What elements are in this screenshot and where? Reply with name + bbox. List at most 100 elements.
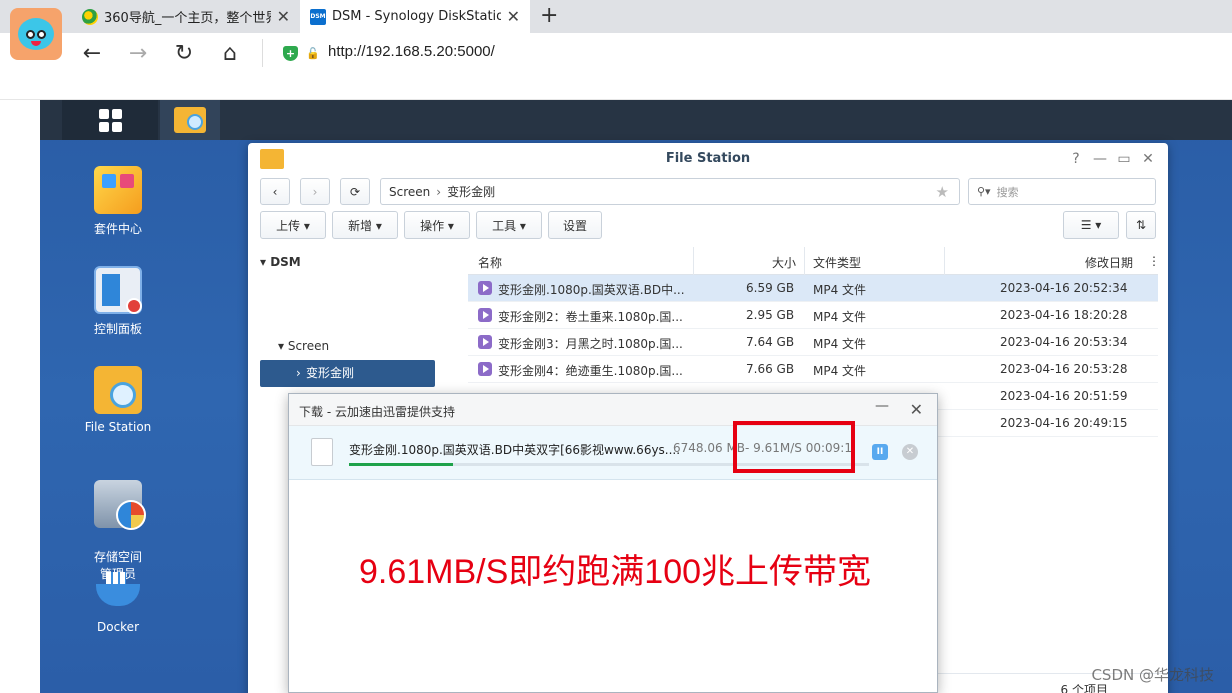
security-shield-icon[interactable]: + — [283, 46, 298, 61]
refresh-button[interactable]: ⟳ — [340, 178, 370, 205]
maximize-icon[interactable]: ▭ — [1114, 149, 1134, 169]
document-icon — [311, 438, 333, 466]
search-placeholder: 搜索 — [996, 185, 1019, 199]
browser-tab-strip: 360导航_一个主页，整个世界 ✕ DSM DSM - Synology Dis… — [0, 0, 1232, 33]
tab-title: 360导航_一个主页，整个世界 — [104, 11, 271, 26]
tab-dsm[interactable]: DSM DSM - Synology DiskStation ✕ — [300, 0, 530, 33]
column-modified[interactable]: 修改日期 — [1085, 254, 1133, 271]
list-header: 名称 大小 文件类型 修改日期 ⋮ — [468, 247, 1160, 275]
back-icon[interactable]: ← — [78, 39, 106, 67]
close-icon[interactable]: ✕ — [910, 400, 923, 419]
file-modified: 2023-04-16 20:52:34 — [1000, 281, 1128, 295]
file-modified: 2023-04-16 18:20:28 — [1000, 308, 1128, 322]
breadcrumb-current[interactable]: 变形金刚 — [447, 183, 495, 200]
help-icon[interactable]: ? — [1066, 149, 1086, 169]
video-file-icon — [478, 362, 492, 376]
video-file-icon — [478, 335, 492, 349]
create-button[interactable]: 新增 ▾ — [332, 211, 398, 239]
dsm-taskbar — [40, 100, 1232, 140]
column-menu-icon[interactable]: ⋮ — [1148, 254, 1160, 268]
minimize-icon[interactable]: — — [875, 398, 889, 414]
column-name[interactable]: 名称 — [478, 254, 502, 271]
tree-folder-screen[interactable]: ▾ Screen — [278, 339, 329, 353]
sort-button[interactable]: ⇅ — [1126, 211, 1156, 239]
speed-annotation: 9.61MB/S即约跑满100兆上传带宽 — [359, 553, 872, 591]
download-dialog: 下载 - 云加速由迅雷提供支持 — ✕ 变形金刚.1080p.国英双语.BD中英… — [288, 393, 938, 693]
back-button[interactable]: ‹ — [260, 178, 290, 205]
file-size: 7.66 GB — [746, 362, 795, 376]
file-name: 变形金刚.1080p.国英双语.BD中... — [498, 283, 685, 297]
settings-button[interactable]: 设置 — [548, 211, 602, 239]
dialog-title: 下载 - 云加速由迅雷提供支持 — [299, 405, 455, 419]
upload-button[interactable]: 上传 ▾ — [260, 211, 326, 239]
file-size: 7.64 GB — [746, 335, 795, 349]
breadcrumb-root[interactable]: Screen — [389, 185, 430, 199]
desktop-control-panel[interactable]: 控制面板 — [66, 266, 170, 337]
address-bar[interactable]: http://192.168.5.20:5000/ — [328, 43, 495, 60]
cancel-icon[interactable]: ✕ — [902, 444, 918, 460]
reload-icon[interactable]: ↻ — [170, 39, 198, 67]
file-modified: 2023-04-16 20:51:59 — [1000, 389, 1128, 403]
tab-close-icon[interactable]: ✕ — [277, 7, 290, 26]
home-icon[interactable]: ⌂ — [216, 39, 244, 67]
file-type: MP4 文件 — [813, 337, 867, 351]
browser-logo-icon[interactable] — [10, 8, 62, 60]
column-size[interactable]: 大小 — [772, 254, 796, 271]
storage-manager-icon — [94, 480, 146, 530]
favorite-star-icon[interactable]: ★ — [936, 183, 949, 201]
tab-360[interactable]: 360导航_一个主页，整个世界 ✕ — [72, 0, 300, 33]
desktop-file-station[interactable]: File Station — [66, 366, 170, 434]
search-icon: ⚲▾ — [977, 185, 991, 198]
browser-page-margin — [0, 73, 1232, 100]
forward-button[interactable]: › — [300, 178, 330, 205]
file-size: 2.95 GB — [746, 308, 795, 322]
desktop-icon-label: File Station — [84, 420, 152, 434]
view-mode-button[interactable]: ☰ ▾ — [1063, 211, 1119, 239]
file-type: MP4 文件 — [813, 283, 867, 297]
main-menu-button[interactable] — [62, 100, 158, 140]
video-file-icon — [478, 281, 492, 295]
speed-highlight-box — [733, 421, 855, 473]
file-modified: 2023-04-16 20:49:15 — [1000, 416, 1128, 430]
control-panel-icon — [94, 266, 142, 314]
file-modified: 2023-04-16 20:53:28 — [1000, 362, 1128, 376]
file-size: 6.59 GB — [746, 281, 795, 295]
video-file-icon — [478, 308, 492, 322]
search-input[interactable]: ⚲▾ 搜索 — [968, 178, 1156, 205]
docker-icon — [94, 566, 142, 614]
minimize-icon[interactable]: — — [1090, 149, 1110, 169]
desktop-icon-label: Docker — [96, 620, 140, 634]
table-row[interactable]: 变形金刚.1080p.国英双语.BD中... 6.59 GB MP4 文件 20… — [468, 275, 1158, 302]
tree-folder-selected[interactable]: › 变形金刚 — [260, 360, 435, 387]
table-row[interactable]: 变形金刚2：卷土重来.1080p.国... 2.95 GB MP4 文件 202… — [468, 302, 1158, 329]
close-icon[interactable]: ✕ — [1138, 149, 1158, 169]
package-center-icon — [94, 166, 142, 214]
path-bar[interactable]: Screen › 变形金刚 ★ — [380, 178, 960, 205]
tab-close-icon[interactable]: ✕ — [507, 7, 520, 26]
table-row[interactable]: 变形金刚4：绝迹重生.1080p.国... 7.66 GB MP4 文件 202… — [468, 356, 1158, 383]
tab-title: DSM - Synology DiskStation — [332, 9, 501, 24]
column-type[interactable]: 文件类型 — [813, 254, 861, 271]
file-type: MP4 文件 — [813, 310, 867, 324]
new-tab-button[interactable]: + — [540, 4, 558, 28]
main-menu-icon — [98, 108, 122, 132]
file-name: 变形金刚4：绝迹重生.1080p.国... — [498, 364, 683, 378]
forward-icon[interactable]: → — [124, 39, 152, 67]
file-name: 变形金刚2：卷土重来.1080p.国... — [498, 310, 683, 324]
desktop-package-center[interactable]: 套件中心 — [66, 166, 170, 237]
table-row[interactable]: 变形金刚3：月黑之时.1080p.国... 7.64 GB MP4 文件 202… — [468, 329, 1158, 356]
window-title-bar[interactable]: File Station ? — ▭ ✕ — [248, 143, 1168, 175]
insecure-lock-icon[interactable]: 🔓 — [306, 47, 320, 60]
file-name: 变形金刚3：月黑之时.1080p.国... — [498, 337, 683, 351]
desktop-docker[interactable]: Docker — [66, 566, 170, 634]
file-type: MP4 文件 — [813, 364, 867, 378]
tools-button[interactable]: 工具 ▾ — [476, 211, 542, 239]
file-station-icon — [94, 366, 142, 414]
taskbar-file-station-button[interactable] — [160, 100, 220, 140]
breadcrumb-separator: › — [436, 184, 442, 199]
toolbar-divider — [262, 39, 263, 67]
desktop-icon-label: 控制面板 — [93, 322, 142, 336]
action-button[interactable]: 操作 ▾ — [404, 211, 470, 239]
pause-icon[interactable]: II — [872, 444, 888, 460]
tree-root-dsm[interactable]: ▾ DSM — [260, 255, 301, 269]
